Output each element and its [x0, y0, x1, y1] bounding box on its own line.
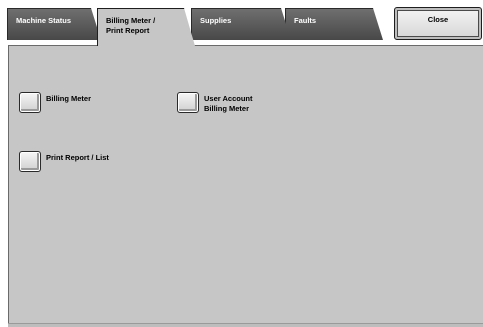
user-account-billing-meter-button[interactable]	[177, 92, 199, 113]
tab-bar: Machine Status Faults Supplies Billing M…	[0, 0, 483, 46]
billing-meter-label: Billing Meter	[46, 94, 92, 103]
tab-machine-status[interactable]: Machine Status	[7, 8, 101, 40]
print-report-list-option[interactable]: Print Report / List	[19, 151, 109, 172]
panel-bottom-edge	[8, 323, 483, 327]
billing-meter-option[interactable]: Billing Meter	[19, 92, 91, 113]
machine-status-screen: Machine Status Faults Supplies Billing M…	[0, 0, 483, 327]
user-account-billing-meter-label: User Account Billing Meter	[204, 94, 253, 113]
close-button[interactable]: Close	[394, 7, 482, 40]
tab-billing-meter-print-report[interactable]: Billing Meter / Print Report	[97, 8, 195, 46]
print-report-list-button[interactable]	[19, 151, 41, 172]
billing-meter-panel	[8, 45, 483, 327]
tab-billing-meter-label: Billing Meter / Print Report	[106, 16, 156, 35]
tab-faults[interactable]: Faults	[285, 8, 383, 40]
user-account-billing-meter-option[interactable]: User Account Billing Meter	[177, 92, 252, 114]
billing-meter-button[interactable]	[19, 92, 41, 113]
print-report-list-label: Print Report / List	[46, 153, 109, 162]
tab-supplies[interactable]: Supplies	[191, 8, 291, 40]
